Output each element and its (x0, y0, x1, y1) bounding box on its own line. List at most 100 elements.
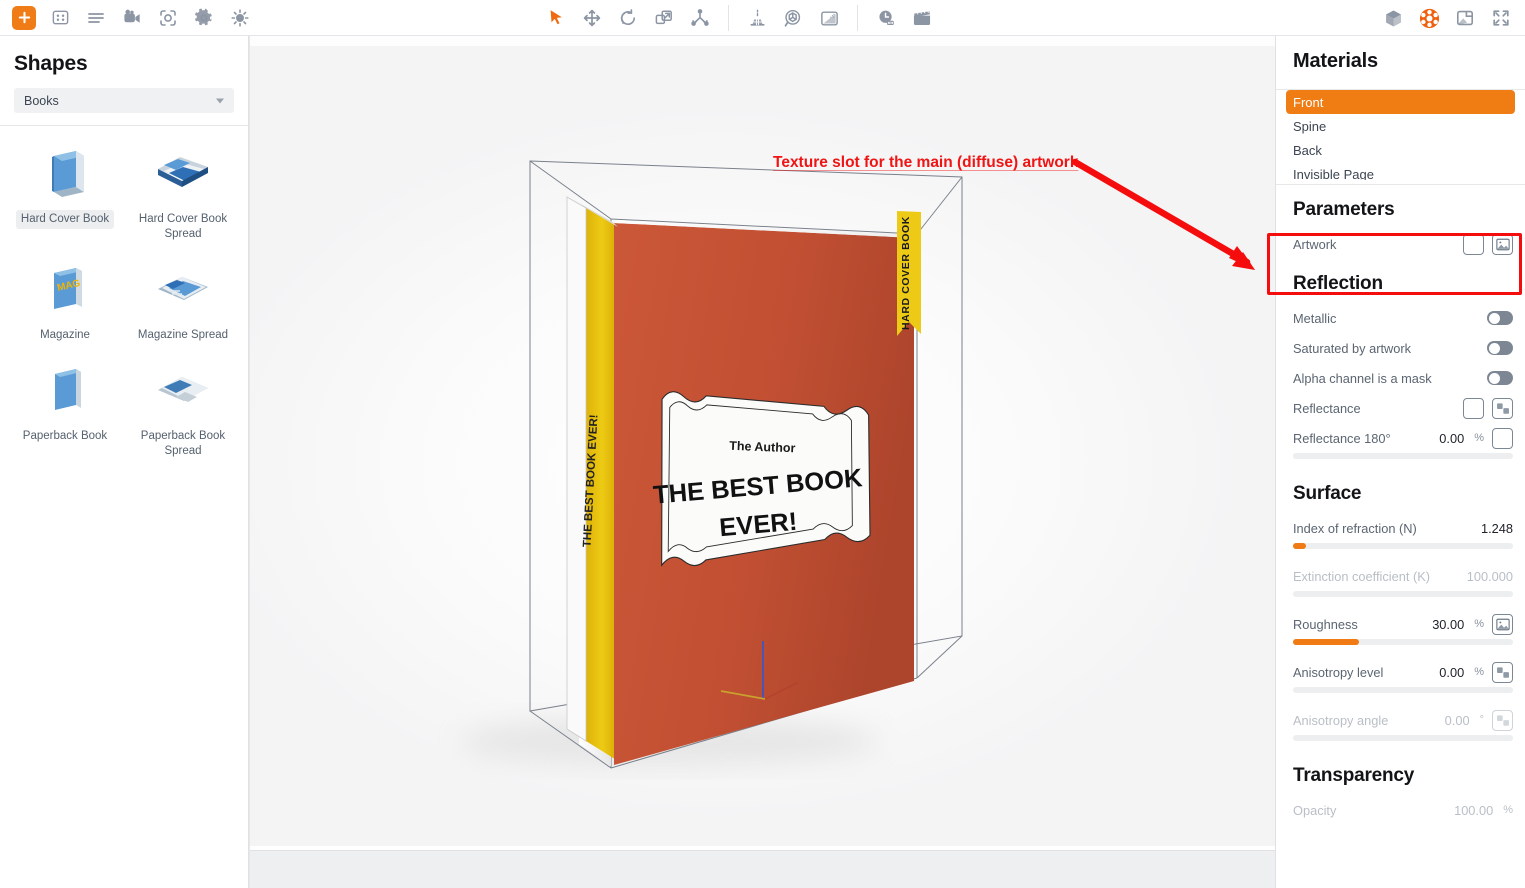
shape-item-hard-cover-book[interactable]: Hard Cover Book (6, 142, 124, 254)
grid-view-button[interactable] (42, 3, 78, 33)
shape-label: Hard Cover Book (16, 210, 114, 229)
toolbar-divider-1 (728, 5, 729, 31)
toggle-knob (1489, 373, 1500, 384)
anisotropy-level-texture-icon[interactable] (1492, 662, 1513, 683)
3d-viewport[interactable]: HARD COVER BOOK THE BEST BOOK EVER! The … (249, 36, 1275, 888)
anisotropy-angle-slider (1293, 735, 1513, 741)
material-item-spine[interactable]: Spine (1286, 114, 1515, 138)
roughness-image-picker-icon[interactable] (1492, 614, 1513, 635)
toolbar-divider-2 (857, 5, 858, 31)
anisotropy-angle-unit: ° (1480, 714, 1484, 726)
anisotropy-level-value: 0.00 (1439, 665, 1464, 680)
artwork-label: Artwork (1293, 237, 1455, 252)
bookmark-label: HARD COVER BOOK (900, 216, 912, 330)
material-item-invisible-page[interactable]: Invisible Page (1286, 162, 1515, 180)
reflectance-180-color-swatch[interactable] (1492, 428, 1513, 449)
clapperboard-tool[interactable] (904, 3, 940, 33)
checker-squares-icon (1496, 402, 1510, 415)
gear-icon[interactable] (186, 3, 222, 33)
reflectance-180-label: Reflectance 180° (1293, 431, 1431, 446)
material-label: Back (1293, 143, 1322, 158)
toggle-knob (1489, 343, 1500, 354)
viewport-canvas[interactable]: HARD COVER BOOK THE BEST BOOK EVER! The … (249, 46, 1275, 846)
materials-panel: Materials Front Spine Back Invisible Pag… (1275, 36, 1525, 888)
toggle-knob (1489, 313, 1500, 324)
shape-label: Magazine (35, 326, 95, 345)
shape-label: Paperback Book Spread (127, 427, 239, 461)
backdrop-tool[interactable] (739, 3, 775, 33)
focus-frame-button[interactable] (150, 3, 186, 33)
reflectance-texture-icon[interactable] (1492, 398, 1513, 419)
alpha-channel-mask-label: Alpha channel is a mask (1293, 371, 1479, 386)
shape-item-paperback-book[interactable]: Paperback Book (6, 359, 124, 471)
grain-gradient-tool[interactable] (811, 3, 847, 33)
shape-category-value: Books (24, 94, 59, 108)
add-shape-button[interactable] (12, 6, 36, 30)
cube-icon[interactable] (1375, 3, 1411, 33)
reflectance-180-row: Reflectance 180° 0.00 % (1276, 423, 1525, 453)
image-layer-icon[interactable] (1447, 3, 1483, 33)
rotate-tool[interactable] (610, 3, 646, 33)
environment-globe-tool[interactable] (775, 3, 811, 33)
reflectance-180-value: 0.00 (1439, 431, 1464, 446)
anisotropy-angle-label: Anisotropy angle (1293, 713, 1437, 728)
gap (1276, 645, 1525, 657)
shape-category-select-wrap: Books (0, 86, 248, 125)
index-of-refraction-slider[interactable] (1293, 543, 1513, 549)
saturated-by-artwork-toggle[interactable] (1487, 341, 1513, 355)
surface-section-title: Surface (1276, 469, 1525, 513)
anisotropy-level-slider[interactable] (1293, 687, 1513, 693)
material-ball-icon[interactable] (1411, 3, 1447, 33)
roughness-slider[interactable] (1293, 639, 1513, 645)
expand-arrows-icon[interactable] (1483, 3, 1519, 33)
metallic-toggle[interactable] (1487, 311, 1513, 325)
anisotropy-level-label: Anisotropy level (1293, 665, 1431, 680)
gap (1276, 741, 1525, 751)
materials-list: Front Spine Back Invisible Page (1276, 90, 1525, 180)
shape-item-magazine-spread[interactable]: Magazine Spread (124, 258, 242, 355)
reflectance-row: Reflectance (1276, 393, 1525, 423)
shape-item-paperback-book-spread[interactable]: Paperback Book Spread (124, 359, 242, 471)
material-item-back[interactable]: Back (1286, 138, 1515, 162)
artwork-row: Artwork (1276, 229, 1525, 259)
scale-tool[interactable] (646, 3, 682, 33)
anisotropy-angle-value: 0.00 (1445, 713, 1470, 728)
alpha-channel-mask-toggle[interactable] (1487, 371, 1513, 385)
parameters-section-title: Parameters (1276, 185, 1525, 229)
shape-label: Hard Cover Book Spread (127, 210, 239, 244)
viewport-left-edge (249, 36, 250, 888)
clock-render-tool[interactable] (868, 3, 904, 33)
list-view-button[interactable] (78, 3, 114, 33)
extinction-coefficient-slider (1293, 591, 1513, 597)
shapes-panel-title: Shapes (0, 36, 248, 86)
magazine-spread-icon (152, 264, 214, 320)
gap (1276, 693, 1525, 705)
viewport-status-bar (249, 850, 1275, 888)
reflectance-color-swatch[interactable] (1463, 398, 1484, 419)
shape-item-magazine[interactable]: MAG Magazine (6, 258, 124, 355)
shape-category-select[interactable]: Books (14, 88, 234, 113)
roughness-label: Roughness (1293, 617, 1424, 632)
saturated-by-artwork-label: Saturated by artwork (1293, 341, 1479, 356)
move-tool[interactable] (574, 3, 610, 33)
artwork-image-picker-icon[interactable] (1492, 234, 1513, 255)
roughness-row: Roughness 30.00 % (1276, 609, 1525, 639)
magazine-icon: MAG (34, 264, 96, 320)
distribute-tool[interactable] (682, 3, 718, 33)
bookmark-ribbon: HARD COVER BOOK (897, 211, 921, 336)
anisotropy-angle-row: Anisotropy angle 0.00 ° (1276, 705, 1525, 735)
reflectance-180-unit: % (1474, 432, 1484, 444)
sun-light-icon[interactable] (222, 3, 258, 33)
anisotropy-angle-texture-icon (1492, 710, 1513, 731)
select-tool[interactable] (538, 3, 574, 33)
metallic-row: Metallic (1276, 303, 1525, 333)
artwork-color-swatch[interactable] (1463, 234, 1484, 255)
reflectance-180-slider[interactable] (1293, 453, 1513, 459)
index-of-refraction-row: Index of refraction (N) 1.248 (1276, 513, 1525, 543)
material-item-front[interactable]: Front (1286, 90, 1515, 114)
shape-item-hard-cover-book-spread[interactable]: Hard Cover Book Spread (124, 142, 242, 254)
alpha-channel-mask-row: Alpha channel is a mask (1276, 363, 1525, 393)
anisotropy-level-unit: % (1474, 666, 1484, 678)
roughness-unit: % (1474, 618, 1484, 630)
video-camera-button[interactable] (114, 3, 150, 33)
